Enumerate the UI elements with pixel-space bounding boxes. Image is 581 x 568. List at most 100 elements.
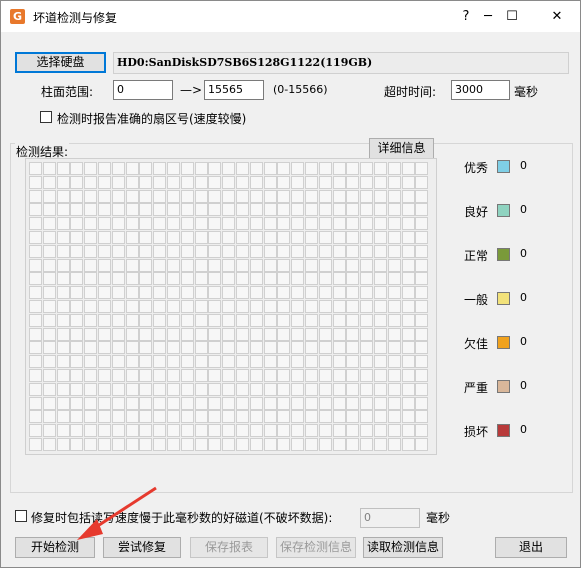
try-repair-button[interactable]: 尝试修复 — [103, 537, 181, 558]
sector-cell — [235, 424, 249, 438]
sector-cell — [139, 217, 153, 231]
sector-cell — [84, 162, 98, 175]
sector-cell — [415, 230, 429, 244]
sector-cell — [222, 341, 236, 355]
sector-cell — [346, 258, 360, 272]
start-scan-button[interactable]: 开始检测 — [15, 537, 95, 558]
sector-cell — [277, 368, 291, 382]
sector-cell — [153, 258, 167, 272]
close-button[interactable]: ✕ — [534, 1, 580, 32]
sector-cell — [111, 162, 125, 175]
sector-cell — [235, 341, 249, 355]
sector-cell — [360, 230, 374, 244]
sector-cell — [318, 162, 332, 175]
sector-cell — [29, 355, 42, 369]
sector-cell — [318, 313, 332, 327]
sector-cell — [387, 313, 401, 327]
sector-cell — [139, 189, 153, 203]
sector-cell — [153, 203, 167, 217]
sector-cell — [291, 382, 305, 396]
sector-cell — [70, 437, 84, 451]
sector-cell — [373, 217, 387, 231]
sector-cell — [222, 437, 236, 451]
sector-cell — [291, 217, 305, 231]
sector-cell — [194, 286, 208, 300]
sector-cell — [56, 313, 70, 327]
sector-cell — [56, 230, 70, 244]
sector-cell — [277, 410, 291, 424]
sector-cell — [277, 382, 291, 396]
details-button[interactable]: 详细信息 — [369, 138, 434, 159]
load-scan-info-button[interactable]: 读取检测信息 — [363, 537, 443, 558]
sector-cell — [346, 341, 360, 355]
sector-cell — [332, 258, 346, 272]
sector-cell — [84, 424, 98, 438]
sector-cell — [360, 162, 374, 175]
sector-cell — [360, 437, 374, 451]
select-disk-button[interactable]: 选择硬盘 — [15, 52, 106, 73]
exit-button[interactable]: 退出 — [495, 537, 567, 558]
range-start-input[interactable]: 0 — [113, 80, 173, 100]
sector-cell — [70, 286, 84, 300]
sector-cell — [304, 244, 318, 258]
sector-cell — [56, 175, 70, 189]
repair-slow-input[interactable]: 0 — [360, 508, 420, 528]
sector-cell — [346, 189, 360, 203]
sector-cell — [111, 244, 125, 258]
sector-cell — [70, 424, 84, 438]
sector-cell — [208, 203, 222, 217]
sector-cell — [360, 299, 374, 313]
sector-cell — [139, 341, 153, 355]
repair-slow-checkbox[interactable] — [15, 510, 27, 522]
sector-cell — [318, 437, 332, 451]
sector-cell — [56, 437, 70, 451]
sector-cell — [235, 437, 249, 451]
sector-cell — [222, 230, 236, 244]
save-report-button[interactable]: 保存报表 — [190, 537, 268, 558]
sector-cell — [263, 327, 277, 341]
sector-cell — [180, 424, 194, 438]
sector-cell — [111, 313, 125, 327]
sector-cell — [194, 437, 208, 451]
sector-cell — [360, 410, 374, 424]
sector-cell — [29, 162, 42, 175]
sector-cell — [304, 396, 318, 410]
sector-cell — [360, 327, 374, 341]
legend-count: 0 — [520, 335, 527, 348]
sector-cell — [97, 203, 111, 217]
legend-label: 优秀 — [464, 161, 489, 175]
sector-cell — [153, 313, 167, 327]
sector-cell — [235, 355, 249, 369]
sector-cell — [70, 382, 84, 396]
save-scan-info-button[interactable]: 保存检测信息 — [276, 537, 356, 558]
sector-cell — [291, 299, 305, 313]
sector-cell — [318, 299, 332, 313]
sector-cell — [373, 258, 387, 272]
sector-cell — [277, 396, 291, 410]
sector-cell — [111, 355, 125, 369]
sector-cell — [29, 410, 42, 424]
range-end-input[interactable]: 15565 — [204, 80, 264, 100]
legend-swatch — [497, 336, 510, 349]
timeout-input[interactable]: 3000 — [451, 80, 510, 100]
sector-cell — [84, 258, 98, 272]
sector-cell — [346, 286, 360, 300]
sector-cell — [332, 313, 346, 327]
sector-cell — [166, 175, 180, 189]
sector-cell — [97, 162, 111, 175]
sector-cell — [194, 327, 208, 341]
sector-cell — [84, 217, 98, 231]
sector-cell — [111, 368, 125, 382]
sector-cell — [111, 230, 125, 244]
sector-cell — [235, 258, 249, 272]
sector-cell — [42, 382, 56, 396]
sector-cell — [318, 368, 332, 382]
sector-cell — [194, 244, 208, 258]
sector-cell — [346, 382, 360, 396]
sector-cell — [387, 341, 401, 355]
sector-cell — [304, 258, 318, 272]
sector-cell — [84, 437, 98, 451]
maximize-button[interactable]: ☐ — [489, 1, 535, 32]
sector-cell — [249, 327, 263, 341]
report-sector-checkbox[interactable] — [40, 111, 52, 123]
